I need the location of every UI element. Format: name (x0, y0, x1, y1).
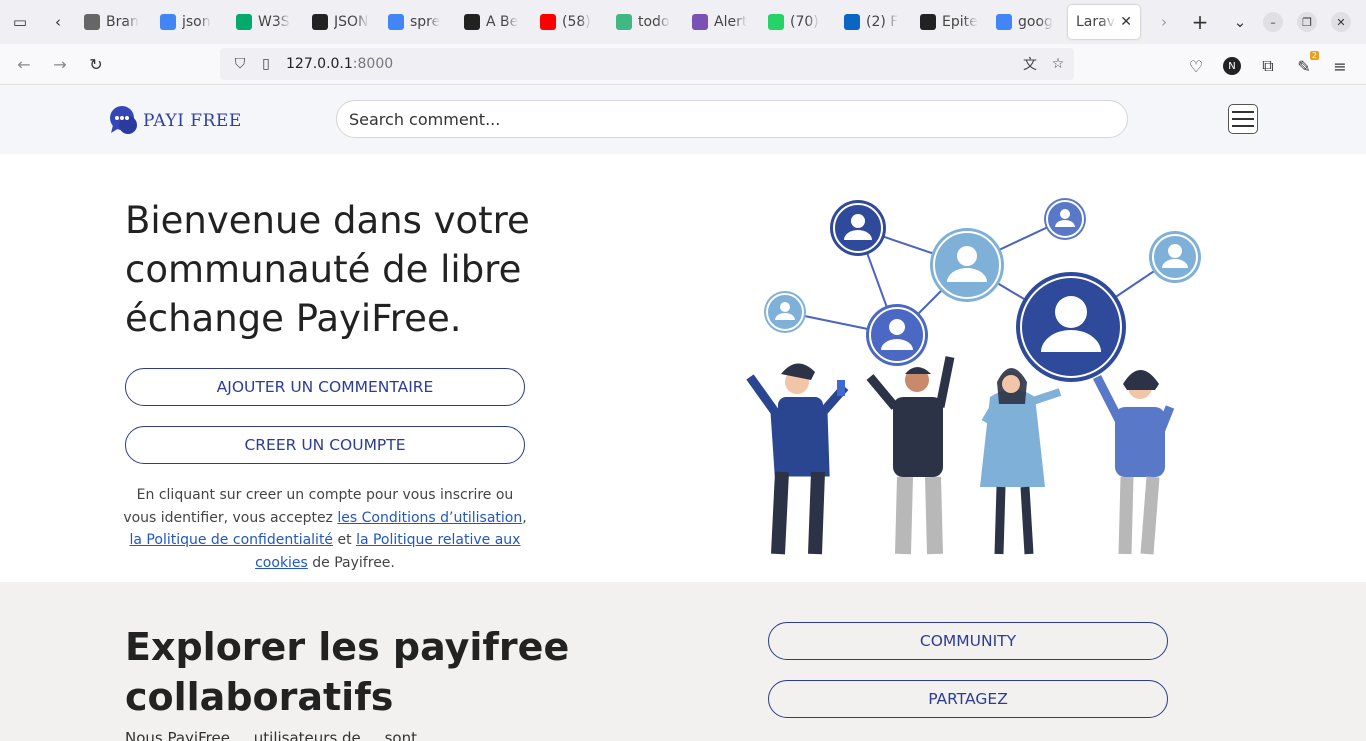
github-icon (920, 14, 936, 30)
logo[interactable]: PAYI FREE (109, 105, 242, 137)
explore-section: Explorer les payifree collaboratifs COMM… (0, 582, 1366, 741)
tab-title: todo (638, 14, 670, 30)
tab-overview-icon[interactable]: ▭ (0, 0, 40, 44)
tab-1[interactable]: json (152, 5, 228, 39)
tabs-scroll-right-icon[interactable]: › (1148, 0, 1180, 44)
person-figure (746, 363, 849, 555)
address-bar[interactable]: ⛉ ▯ 127.0.0.1:8000 文 ☆ (220, 48, 1074, 80)
extension-badge: 2 (1309, 51, 1319, 60)
back-icon[interactable]: ← (6, 46, 42, 82)
forward-icon[interactable]: → (42, 46, 78, 82)
shield-icon[interactable]: ⛉ (230, 56, 250, 72)
google-icon (160, 14, 176, 30)
privacy-policy-link[interactable]: la Politique de confidentialité (130, 532, 334, 548)
menu-toggle-button[interactable] (1228, 104, 1258, 134)
terms-of-use-link[interactable]: les Conditions d’utilisation (337, 510, 522, 526)
hero-section: Bienvenue dans votre communauté de libre… (0, 154, 1366, 582)
tab-title: JSON (334, 14, 369, 30)
close-tab-icon[interactable]: ✕ (1120, 14, 1132, 30)
app-menu-icon[interactable]: ≡ (1322, 48, 1358, 84)
tab-title: json (182, 14, 211, 30)
extension-badge-icon[interactable]: ✎ 2 (1286, 48, 1322, 84)
minimize-icon[interactable]: – (1263, 12, 1283, 32)
add-comment-button[interactable]: AJOUTER UN COMMENTAIRE (125, 368, 525, 406)
tab-title: (58) (562, 14, 591, 30)
extensions-icon[interactable]: ⧉ (1250, 48, 1286, 84)
partagez-button[interactable]: PARTAGEZ (768, 680, 1168, 718)
tab-title: W3S (258, 14, 290, 30)
hamburger-line (1232, 118, 1254, 120)
tab-title: (70) (790, 14, 819, 30)
avatar-node (830, 200, 886, 256)
translate-icon[interactable]: 文 (1020, 54, 1040, 74)
whatsapp-icon (768, 14, 784, 30)
google-icon (996, 14, 1012, 30)
bookmark-star-icon[interactable]: ☆ (1048, 56, 1068, 72)
search-input[interactable] (336, 100, 1128, 138)
list-tabs-icon[interactable]: ⌄ (1220, 0, 1260, 44)
folder-icon (84, 14, 100, 30)
tab-title: Bran (106, 14, 139, 30)
youtube-icon (540, 14, 556, 30)
community-illustration (746, 198, 1201, 555)
chat-logo-icon (110, 106, 137, 134)
hamburger-line (1232, 125, 1254, 127)
w3schools-icon (236, 14, 252, 30)
close-window-icon[interactable]: ✕ (1331, 12, 1351, 32)
json-icon (312, 14, 328, 30)
new-tab-icon[interactable]: + (1180, 0, 1220, 44)
tab-title: (2) F (866, 14, 899, 30)
tab-7[interactable]: todo (608, 5, 684, 39)
restore-icon[interactable]: ❐ (1297, 12, 1317, 32)
tab-0[interactable]: Bran (76, 5, 152, 39)
tab-6[interactable]: (58) (532, 5, 608, 39)
tab-5[interactable]: A Be (456, 5, 532, 39)
tab-2[interactable]: W3S (228, 5, 304, 39)
page-icon: ▯ (262, 56, 270, 72)
google-icon (388, 14, 404, 30)
bootstrap-icon (692, 14, 708, 30)
hamburger-line (1232, 111, 1254, 113)
explore-title: Explorer les payifree collaboratifs (125, 625, 570, 719)
reload-icon[interactable]: ↻ (78, 46, 114, 82)
tab-title: Epite (942, 14, 978, 30)
community-button[interactable]: COMMUNITY (768, 622, 1168, 660)
app-icon (464, 14, 480, 30)
tab-8[interactable]: Alert (684, 5, 760, 39)
tab-title: goog (1018, 14, 1053, 30)
tabs-scroll-left-icon[interactable]: ‹ (40, 0, 76, 44)
logo-text: PAYI FREE (143, 111, 242, 131)
hero-title: Bienvenue dans votre communauté de libre… (125, 199, 530, 340)
tab-10[interactable]: (2) F (836, 5, 912, 39)
browser-tab-bar: ▭ ‹ Bran json W3S JSON spre A Be (58) todo Alert… (0, 0, 1366, 44)
linkedin-icon (844, 14, 860, 30)
pocket-icon[interactable]: ♡ (1178, 48, 1214, 84)
url-text[interactable]: 127.0.0.1:8000 (286, 56, 393, 72)
browser-nav-bar: ← → ↻ ⛉ ▯ 127.0.0.1:8000 文 ☆ ♡ N ⧉ ✎ 2 ≡ (0, 44, 1366, 85)
tab-title: spre (410, 14, 441, 30)
tab-active[interactable]: Larave ✕ (1068, 5, 1140, 39)
tab-title: Alert (714, 14, 748, 30)
create-account-button[interactable]: CREER UN COUMPTE (125, 426, 525, 464)
account-icon[interactable]: N (1214, 48, 1250, 84)
site-header: PAYI FREE (0, 85, 1366, 154)
explore-subtitle: Nous PayiFree ... utilisateurs de ... so… (125, 729, 418, 741)
tab-12[interactable]: goog (988, 5, 1064, 39)
tab-9[interactable]: (70) (760, 5, 836, 39)
tab-3[interactable]: JSON (304, 5, 380, 39)
tab-title: Larave (1076, 14, 1116, 30)
tab-title: A Be (486, 14, 519, 30)
tab-11[interactable]: Epite (912, 5, 988, 39)
vue-icon (616, 14, 632, 30)
tab-4[interactable]: spre (380, 5, 456, 39)
tab-list: Bran json W3S JSON spre A Be (58) todo Alert (70)… (76, 5, 1064, 39)
terms-text: En cliquant sur creer un compte pour vou… (123, 487, 527, 571)
